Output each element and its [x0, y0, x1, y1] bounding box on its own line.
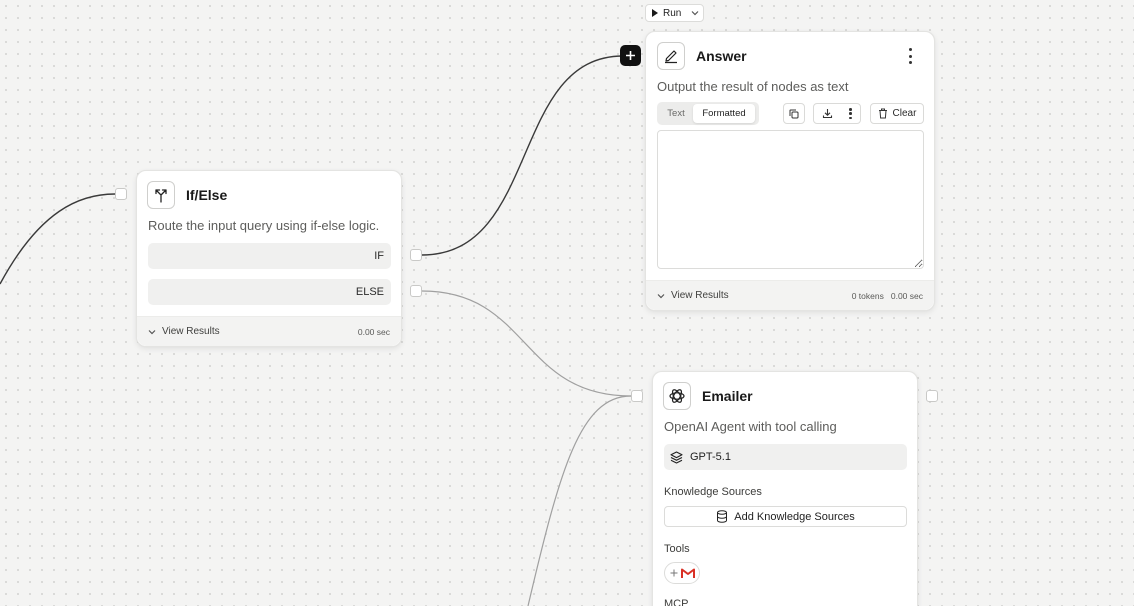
clear-button[interactable]: Clear — [870, 103, 924, 124]
run-label: Run — [663, 7, 682, 19]
emailer-input-handle[interactable] — [631, 390, 643, 402]
mcp-label: MCP — [664, 598, 689, 606]
copy-button[interactable] — [783, 103, 805, 124]
if-label: IF — [374, 250, 384, 262]
copy-icon — [789, 109, 799, 118]
emailer-node[interactable]: Emailer OpenAI Agent with tool calling G… — [652, 371, 918, 606]
kebab-menu-icon[interactable] — [848, 108, 852, 119]
plus-icon — [670, 569, 677, 577]
tab-formatted[interactable]: Formatted — [693, 104, 755, 123]
answer-time: 0.00 sec — [890, 290, 923, 301]
ifelse-input-handle[interactable] — [115, 188, 127, 200]
model-selector[interactable]: GPT-5.1 — [664, 444, 907, 470]
ifelse-description: Route the input query using if-else logi… — [148, 218, 380, 233]
answer-description: Output the result of nodes as text — [657, 79, 849, 94]
view-results-label: View Results — [671, 290, 729, 301]
more-options-icon[interactable] — [904, 48, 916, 64]
database-icon — [717, 510, 728, 523]
tab-text[interactable]: Text — [659, 104, 693, 123]
ifelse-title: If/Else — [186, 187, 228, 203]
tools-label: Tools — [664, 543, 690, 555]
edge-input-to-emailer — [527, 395, 632, 606]
ifelse-header: If/Else — [147, 180, 227, 210]
split-route-icon — [147, 181, 175, 209]
emailer-output-handle[interactable] — [926, 390, 938, 402]
openai-icon — [663, 382, 691, 410]
emailer-description: OpenAI Agent with tool calling — [664, 419, 837, 434]
emailer-title: Emailer — [702, 388, 753, 404]
ifelse-view-results-button[interactable]: View Results — [148, 326, 220, 337]
if-output-handle[interactable] — [410, 249, 422, 261]
answer-tokens: 0 tokens — [851, 290, 884, 301]
clear-label: Clear — [892, 108, 917, 119]
if-condition-row[interactable]: IF — [148, 243, 391, 269]
tab-text-label: Text — [667, 108, 685, 119]
edge-else-to-emailer — [421, 290, 632, 397]
chevron-down-icon — [657, 293, 665, 298]
chevron-down-icon[interactable] — [691, 8, 699, 19]
knowledge-sources-label: Knowledge Sources — [664, 486, 762, 498]
edge-input-to-ifelse — [0, 193, 116, 285]
edge-if-to-answer — [421, 55, 624, 256]
answer-node[interactable]: Answer Output the result of nodes as tex… — [645, 31, 935, 311]
gmail-icon — [680, 568, 695, 578]
layers-icon — [670, 450, 683, 464]
add-node-button[interactable] — [620, 45, 641, 66]
plus-icon — [626, 51, 635, 60]
view-mode-tabs: Text Formatted — [657, 102, 759, 125]
add-knowledge-label: Add Knowledge Sources — [734, 510, 855, 523]
trash-icon — [878, 108, 887, 119]
answer-output-textarea[interactable] — [657, 130, 924, 269]
ifelse-time: 0.00 sec — [357, 326, 390, 337]
model-label: GPT-5.1 — [690, 451, 731, 463]
answer-header: Answer — [657, 41, 747, 71]
emailer-header: Emailer — [663, 381, 753, 411]
ifelse-footer: View Results 0.00 sec — [137, 316, 401, 346]
view-results-label: View Results — [162, 326, 220, 337]
download-group — [813, 103, 861, 124]
add-knowledge-sources-button[interactable]: Add Knowledge Sources — [664, 506, 907, 527]
answer-title: Answer — [696, 48, 747, 64]
else-output-handle[interactable] — [410, 285, 422, 297]
play-icon — [652, 9, 658, 17]
ifelse-node[interactable]: If/Else Route the input query using if-e… — [136, 170, 402, 347]
run-button[interactable]: Run — [645, 4, 704, 22]
download-icon[interactable] — [822, 108, 833, 119]
else-label: ELSE — [355, 286, 384, 298]
chevron-down-icon — [148, 329, 156, 334]
pencil-icon — [657, 42, 685, 70]
tab-formatted-label: Formatted — [702, 108, 746, 119]
tools-pill[interactable] — [664, 562, 700, 584]
else-condition-row[interactable]: ELSE — [148, 279, 391, 305]
answer-stats: 0 tokens 0.00 sec — [852, 291, 923, 301]
answer-view-results-button[interactable]: View Results — [657, 290, 729, 301]
answer-footer: View Results 0 tokens 0.00 sec — [646, 280, 934, 310]
